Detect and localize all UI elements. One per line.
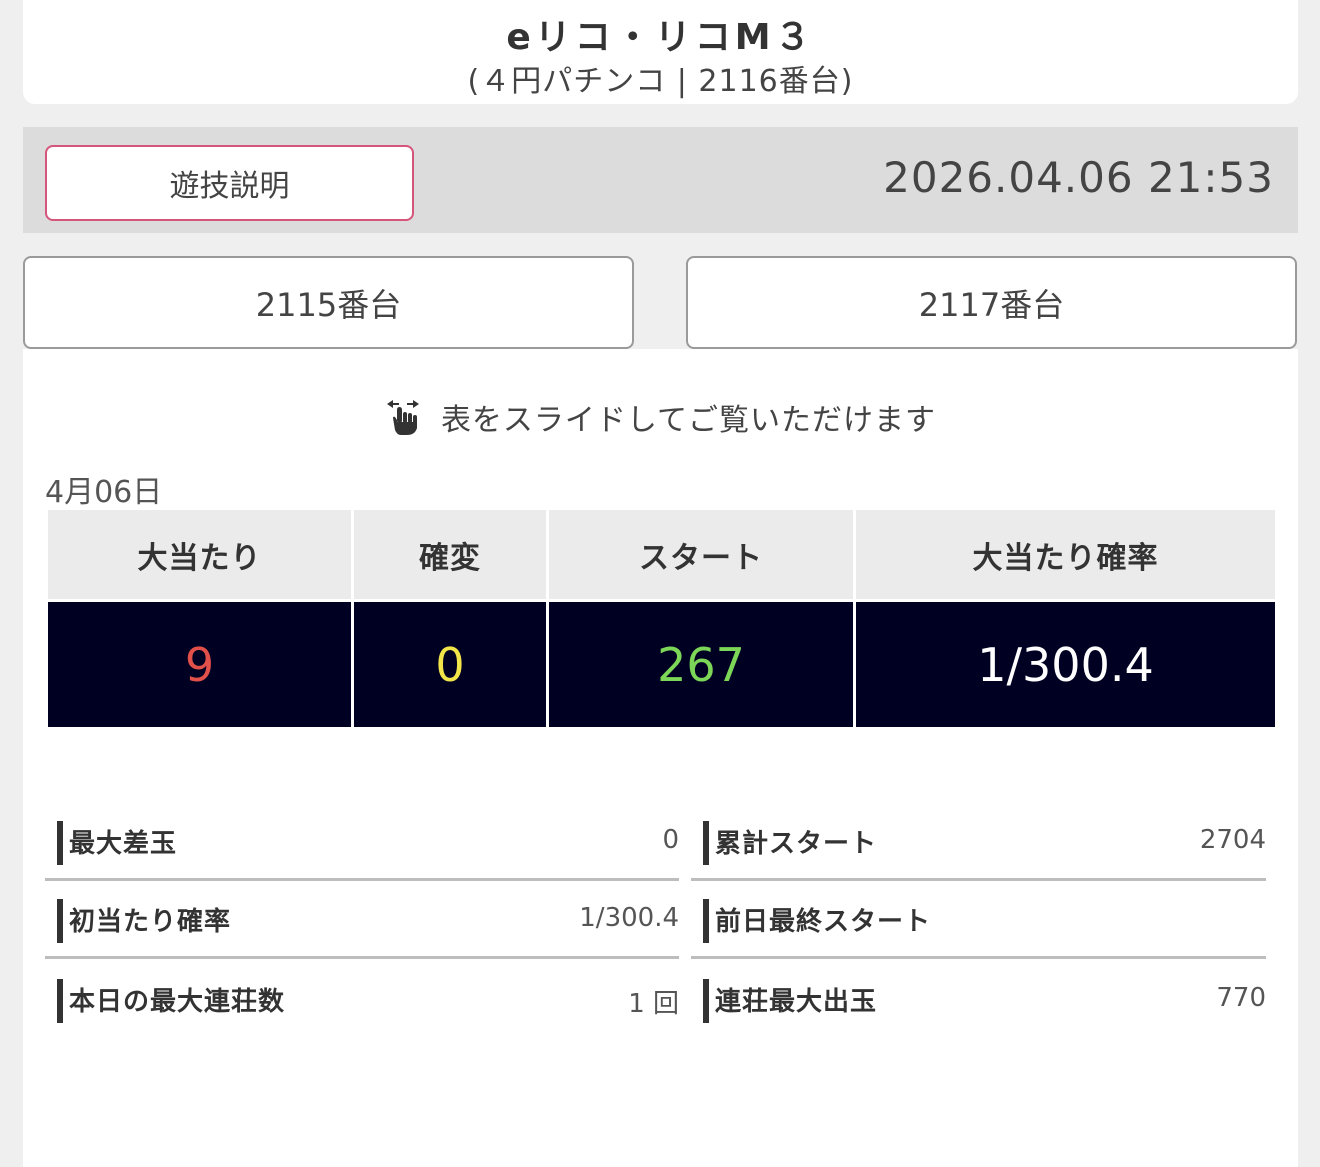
- stats-value-row: 9 0 267 1/300.4: [45, 599, 1278, 730]
- detail-value: 1/300.4: [579, 903, 679, 933]
- datetime-label: 2026.04.06 21:53: [883, 153, 1274, 202]
- header-big-hits: 大当たり: [45, 507, 354, 602]
- stats-table[interactable]: 大当たり 確変 スタート 大当たり確率 9 0 267 1/300.4: [45, 507, 1278, 730]
- detail-label: 連荘最大出玉: [715, 987, 878, 1017]
- header-probability-change: 確変: [351, 507, 549, 602]
- detail-label: 初当たり確率: [69, 907, 232, 937]
- slide-hint-text: 表をスライドしてご覧いただけます: [440, 403, 937, 438]
- detail-label: 前日最終スタート: [715, 907, 932, 937]
- swipe-hand-icon: [386, 400, 419, 435]
- stats-header-row: 大当たり 確変 スタート 大当たり確率: [45, 507, 1278, 602]
- detail-value: 2704: [1199, 825, 1266, 855]
- detail-marker: [57, 821, 63, 865]
- detail-total-start: 累計スタート 2704: [691, 803, 1266, 881]
- detail-value: 0: [662, 825, 679, 855]
- detail-first-hit-probability: 初当たり確率 1/300.4: [45, 881, 679, 959]
- detail-marker: [57, 899, 63, 943]
- header-hit-probability: 大当たり確率: [853, 507, 1278, 602]
- detail-max-streak: 本日の最大連荘数 1 回: [45, 961, 679, 1039]
- detail-marker: [57, 979, 63, 1023]
- detail-label: 最大差玉: [69, 829, 178, 859]
- value-big-hits: 9: [45, 599, 354, 730]
- detail-marker: [703, 899, 709, 943]
- detail-marker: [703, 821, 709, 865]
- value-hit-probability: 1/300.4: [853, 599, 1278, 730]
- detail-label: 本日の最大連荘数: [69, 987, 286, 1017]
- title-card: eリコ・リコM３ (４円パチンコ | 2116番台): [23, 0, 1298, 104]
- game-explanation-button[interactable]: 遊技説明: [45, 145, 414, 221]
- detail-marker: [703, 979, 709, 1023]
- content-panel: 表をスライドしてご覧いただけます 4月06日 大当たり 確変 スタート 大当たり…: [23, 349, 1298, 1167]
- detail-value: 1 回: [628, 989, 679, 1019]
- detail-max-diff: 最大差玉 0: [45, 803, 679, 881]
- date-label: 4月06日: [45, 475, 163, 510]
- detail-max-streak-payout: 連荘最大出玉 770: [691, 961, 1266, 1039]
- detail-prev-day-final-start: 前日最終スタート: [691, 881, 1266, 959]
- machine-title: eリコ・リコM３: [506, 17, 815, 58]
- value-probability-change: 0: [351, 599, 549, 730]
- machine-subtitle: (４円パチンコ | 2116番台): [467, 64, 854, 99]
- slide-hint: 表をスライドしてご覧いただけます: [23, 395, 1298, 439]
- next-machine-button[interactable]: 2117番台: [686, 256, 1297, 349]
- header-start: スタート: [546, 507, 856, 602]
- info-bar: 遊技説明 2026.04.06 21:53: [23, 127, 1298, 233]
- detail-value: 770: [1216, 983, 1266, 1013]
- prev-machine-button[interactable]: 2115番台: [23, 256, 634, 349]
- value-start: 267: [546, 599, 856, 730]
- detail-label: 累計スタート: [715, 829, 878, 859]
- page: eリコ・リコM３ (４円パチンコ | 2116番台) 遊技説明 2026.04.…: [0, 0, 1320, 1167]
